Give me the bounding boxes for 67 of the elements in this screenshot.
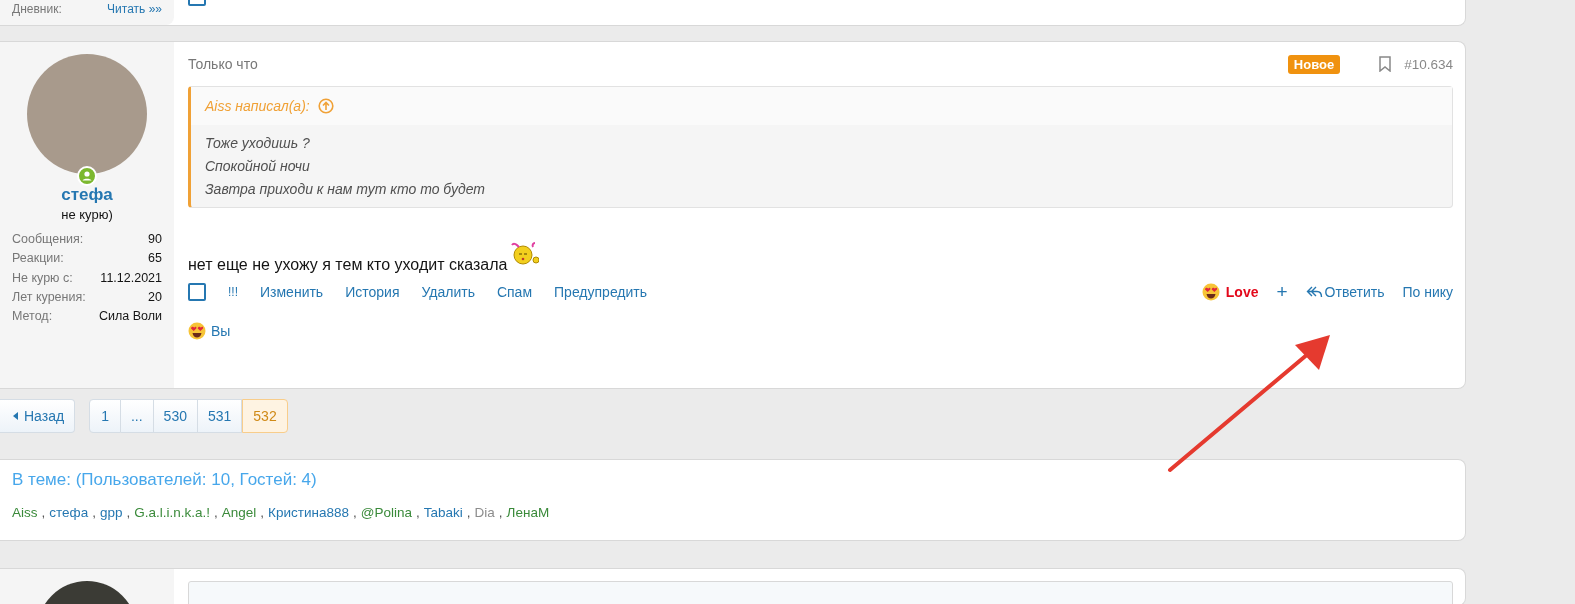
stat-value: Сила Воли — [97, 308, 162, 326]
action-link[interactable]: История — [345, 284, 400, 300]
post-text: нет еще не ухожу я тем кто уходит сказала — [188, 256, 508, 274]
online-user-link[interactable]: Tabaki — [423, 505, 463, 520]
separator-comma: , — [126, 505, 131, 520]
previous-page-button[interactable]: Назад — [0, 399, 76, 433]
online-user-link[interactable]: стефа — [49, 505, 89, 520]
separator-comma: , — [260, 505, 265, 520]
stat-label: Метод: — [12, 308, 54, 326]
page-button[interactable]: 531 — [197, 399, 243, 433]
reacted-users-link[interactable]: Вы — [211, 323, 231, 339]
heart-eyes-emoji-icon — [1201, 283, 1220, 301]
stat-label: Дневник: — [12, 2, 62, 16]
action-link[interactable]: Удалить — [421, 284, 475, 300]
bookmark-icon[interactable] — [1378, 56, 1393, 72]
user-title: не курю) — [60, 207, 114, 222]
stat-value: 65 — [147, 250, 162, 268]
online-user-link[interactable]: G.a.l.i.n.k.a.! — [134, 505, 211, 520]
quote-text: Завтра приходи к нам тут кто то будет — [205, 180, 486, 199]
separator-comma: , — [498, 505, 503, 520]
post-number-link[interactable]: #10.634 — [1404, 56, 1453, 72]
online-user-link[interactable]: Angel — [221, 505, 257, 520]
stat-value: 20 — [147, 288, 162, 306]
separator-comma: , — [214, 505, 218, 520]
quote-text: Спокойной ночи — [205, 157, 311, 176]
stat-label: Сообщения: — [12, 231, 85, 248]
reply-arrow-icon — [1305, 285, 1323, 299]
page-button[interactable]: 530 — [153, 399, 198, 433]
by-nick-link[interactable]: По нику — [1402, 284, 1453, 300]
online-user-link[interactable]: Aiss — [12, 505, 38, 520]
action-link[interactable]: Изменить — [260, 284, 324, 300]
separator-comma: , — [41, 505, 46, 520]
action-link[interactable]: Спам — [496, 284, 533, 300]
separator-comma: , — [352, 505, 357, 520]
page-button[interactable]: 1 — [89, 399, 121, 433]
diary-link[interactable]: Читать »» — [107, 2, 162, 16]
page-button[interactable]: 532 — [242, 399, 288, 433]
reaction-button[interactable]: Love — [1201, 283, 1259, 301]
heart-eyes-emoji-icon — [188, 322, 206, 340]
action-link[interactable]: Предупредить — [554, 284, 648, 300]
separator-comma: , — [92, 505, 96, 520]
reply-link[interactable]: Ответить — [1305, 284, 1385, 300]
caret-left-icon — [13, 412, 19, 420]
online-user-link[interactable]: Dia — [474, 505, 495, 520]
select-checkbox[interactable] — [188, 283, 206, 301]
page-button[interactable]: ... — [120, 399, 154, 433]
kissing-smiley-icon — [509, 240, 540, 268]
add-reaction-button[interactable]: + — [1276, 281, 1288, 303]
up-arrow-circle-icon — [317, 98, 334, 114]
new-badge: Новое — [1287, 54, 1341, 74]
separator-comma: , — [415, 505, 420, 520]
stat-value: 11.12.2021 — [99, 269, 162, 287]
stat-label: Реакции: — [12, 250, 65, 268]
separator-comma: , — [466, 505, 471, 520]
online-user-link[interactable]: @Polina — [360, 505, 412, 520]
online-heading: В теме: (Пользователей: 10, Гостей: 4) — [12, 470, 318, 490]
online-user-link[interactable]: gpp — [99, 505, 123, 520]
stat-label: Не курю с: — [12, 269, 74, 287]
stat-label: Лет курения: — [12, 288, 87, 306]
stat-value: 90 — [147, 231, 162, 248]
username-link[interactable]: стефа — [12, 185, 162, 205]
quote-author: Aiss написал(а): — [205, 98, 310, 114]
action-link[interactable]: !!! — [228, 285, 238, 299]
online-user-link[interactable]: ЛенаМ — [506, 505, 550, 520]
online-user-link[interactable]: Кристина888 — [268, 505, 349, 520]
quote-text: Тоже уходишь ? — [205, 134, 311, 153]
post-time: Только что — [188, 56, 258, 72]
